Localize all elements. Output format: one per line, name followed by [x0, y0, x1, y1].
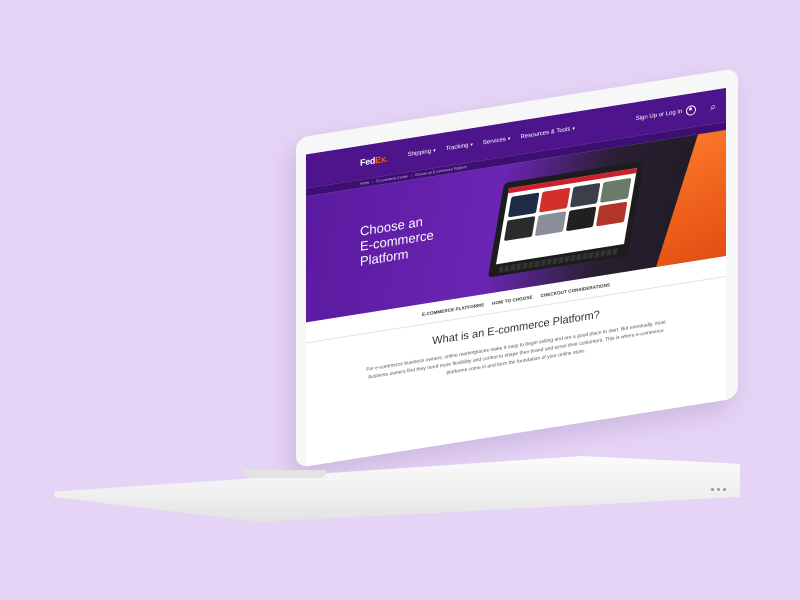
chevron-down-icon: ▾: [507, 136, 511, 143]
subnav-how-to-choose[interactable]: HOW TO CHOOSE: [492, 294, 532, 305]
laptop-ports: [711, 488, 726, 491]
chevron-down-icon: ▾: [572, 125, 575, 133]
jacket-image: [565, 206, 597, 232]
hero-laptop-image: [487, 160, 645, 278]
port-icon: [711, 488, 714, 491]
jacket-image: [534, 211, 566, 237]
chevron-down-icon: ▾: [470, 141, 473, 149]
sign-in-link[interactable]: Sign Up or Log In: [635, 104, 697, 125]
menu-item-label: Shipping: [407, 148, 432, 159]
menu-item-shipping[interactable]: Shipping ▾: [408, 148, 436, 158]
port-icon: [723, 488, 726, 491]
search-icon[interactable]: ⌕: [710, 101, 716, 113]
menu-item-tracking[interactable]: Tracking ▾: [446, 142, 473, 152]
logo-fed: Fed: [360, 155, 376, 168]
logo-ex: Ex.: [375, 153, 388, 166]
jacket-image: [538, 187, 570, 213]
laptop-base: [54, 456, 740, 522]
menu-item-resources[interactable]: Resources & Tools ▾: [520, 126, 574, 141]
user-icon: [686, 104, 697, 117]
laptop-hinge-notch: [244, 470, 326, 478]
breadcrumb-separator: ›: [372, 179, 374, 184]
jacket-image: [600, 177, 632, 203]
subnav-ecommerce-platforms[interactable]: E-COMMERCE PLATFORMS: [422, 302, 484, 317]
menu-item-label: Services: [482, 136, 506, 147]
laptop-lid: FedEx. Shipping ▾ Tracking ▾ Services ▾ …: [296, 67, 738, 468]
jacket-image: [507, 192, 540, 218]
breadcrumb-item[interactable]: Home: [360, 180, 369, 185]
hero-accent-shape: [656, 130, 726, 267]
port-icon: [717, 488, 720, 491]
jacket-image: [569, 182, 601, 208]
menu-item-label: Tracking: [445, 142, 469, 153]
subnav-checkout-considerations[interactable]: CHECKOUT CONSIDERATIONS: [541, 282, 610, 298]
laptop-screen: FedEx. Shipping ▾ Tracking ▾ Services ▾ …: [306, 87, 726, 467]
hero-title: Choose an E-commerce Platform: [360, 206, 470, 269]
chevron-down-icon: ▾: [433, 147, 436, 155]
menu-item-label: Resources & Tools: [520, 126, 571, 141]
breadcrumb-separator: ›: [410, 173, 413, 178]
jacket-image: [503, 216, 536, 242]
product-grid-image: [499, 173, 636, 246]
nav-right: Sign Up or Log In ⌕: [636, 101, 716, 125]
fedex-logo[interactable]: FedEx.: [360, 153, 388, 167]
jacket-image: [596, 201, 628, 227]
menu-item-services[interactable]: Services ▾: [483, 136, 511, 146]
sign-in-label: Sign Up or Log In: [635, 108, 683, 123]
